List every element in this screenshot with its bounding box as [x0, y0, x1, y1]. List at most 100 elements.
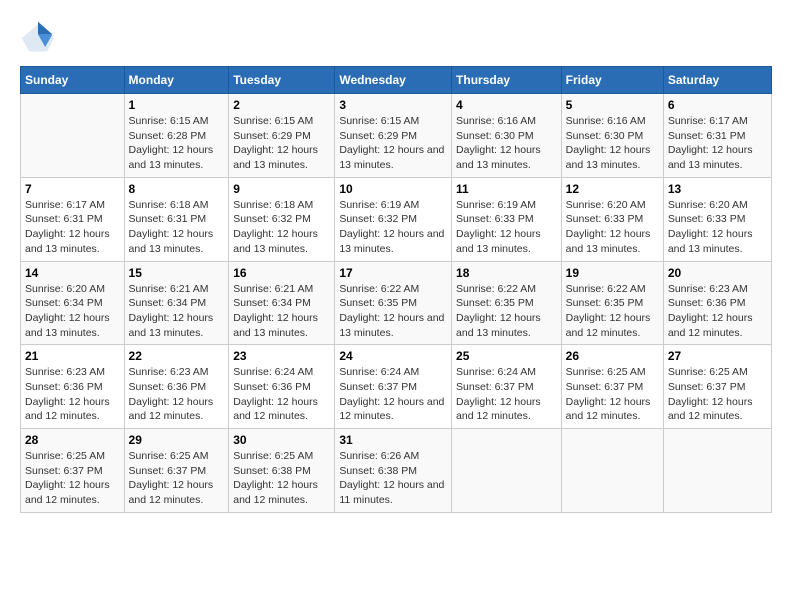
day-info: Sunrise: 6:22 AMSunset: 6:35 PMDaylight:…	[339, 282, 447, 341]
calendar-day-cell: 25Sunrise: 6:24 AMSunset: 6:37 PMDayligh…	[452, 345, 562, 429]
weekday-header: Wednesday	[335, 67, 452, 94]
day-info: Sunrise: 6:20 AMSunset: 6:33 PMDaylight:…	[566, 198, 659, 257]
day-number: 6	[668, 98, 767, 112]
day-number: 22	[129, 349, 225, 363]
calendar-table: SundayMondayTuesdayWednesdayThursdayFrid…	[20, 66, 772, 513]
weekday-header: Monday	[124, 67, 229, 94]
calendar-day-cell: 11 Sunrise: 6:19 AMSunset: 6:33 PMDayligh…	[452, 177, 562, 261]
day-info: Sunrise: 6:16 AMSunset: 6:30 PMDaylight:…	[456, 114, 557, 173]
calendar-day-cell: 24Sunrise: 6:24 AMSunset: 6:37 PMDayligh…	[335, 345, 452, 429]
day-number: 4	[456, 98, 557, 112]
day-number: 21	[25, 349, 120, 363]
calendar-day-cell: 19 Sunrise: 6:22 AMSunset: 6:35 PMDayligh…	[561, 261, 663, 345]
day-info: Sunrise: 6:25 AMSunset: 6:38 PMDaylight:…	[233, 449, 330, 508]
calendar-day-cell: 15 Sunrise: 6:21 AMSunset: 6:34 PMDayligh…	[124, 261, 229, 345]
calendar-day-cell	[663, 429, 771, 513]
calendar-day-cell	[452, 429, 562, 513]
calendar-day-cell: 14Sunrise: 6:20 AMSunset: 6:34 PMDayligh…	[21, 261, 125, 345]
day-info: Sunrise: 6:23 AMSunset: 6:36 PMDaylight:…	[25, 365, 120, 424]
calendar-day-cell: 6 Sunrise: 6:17 AMSunset: 6:31 PMDaylight…	[663, 94, 771, 178]
day-number: 17	[339, 266, 447, 280]
day-number: 11	[456, 182, 557, 196]
calendar-day-cell: 22 Sunrise: 6:23 AMSunset: 6:36 PMDayligh…	[124, 345, 229, 429]
calendar-day-cell: 12 Sunrise: 6:20 AMSunset: 6:33 PMDayligh…	[561, 177, 663, 261]
weekday-header-row: SundayMondayTuesdayWednesdayThursdayFrid…	[21, 67, 772, 94]
day-info: Sunrise: 6:25 AMSunset: 6:37 PMDaylight:…	[668, 365, 767, 424]
day-info: Sunrise: 6:25 AMSunset: 6:37 PMDaylight:…	[566, 365, 659, 424]
day-info: Sunrise: 6:19 AMSunset: 6:33 PMDaylight:…	[456, 198, 557, 257]
calendar-day-cell: 1 Sunrise: 6:15 AMSunset: 6:28 PMDaylight…	[124, 94, 229, 178]
day-number: 1	[129, 98, 225, 112]
day-number: 10	[339, 182, 447, 196]
day-info: Sunrise: 6:22 AMSunset: 6:35 PMDaylight:…	[566, 282, 659, 341]
weekday-header: Saturday	[663, 67, 771, 94]
day-info: Sunrise: 6:22 AMSunset: 6:35 PMDaylight:…	[456, 282, 557, 341]
calendar-day-cell: 3 Sunrise: 6:15 AMSunset: 6:29 PMDaylight…	[335, 94, 452, 178]
calendar-day-cell: 28 Sunrise: 6:25 AMSunset: 6:37 PMDayligh…	[21, 429, 125, 513]
day-number: 31	[339, 433, 447, 447]
calendar-day-cell: 2 Sunrise: 6:15 AMSunset: 6:29 PMDaylight…	[229, 94, 335, 178]
calendar-day-cell: 16Sunrise: 6:21 AMSunset: 6:34 PMDayligh…	[229, 261, 335, 345]
day-number: 12	[566, 182, 659, 196]
calendar-day-cell: 5 Sunrise: 6:16 AMSunset: 6:30 PMDaylight…	[561, 94, 663, 178]
day-info: Sunrise: 6:23 AMSunset: 6:36 PMDaylight:…	[129, 365, 225, 424]
calendar-day-cell: 13 Sunrise: 6:20 AMSunset: 6:33 PMDayligh…	[663, 177, 771, 261]
day-number: 30	[233, 433, 330, 447]
day-number: 19	[566, 266, 659, 280]
calendar-week-row: 21 Sunrise: 6:23 AMSunset: 6:36 PMDayligh…	[21, 345, 772, 429]
weekday-header: Friday	[561, 67, 663, 94]
day-info: Sunrise: 6:18 AMSunset: 6:31 PMDaylight:…	[129, 198, 225, 257]
day-info: Sunrise: 6:24 AMSunset: 6:37 PMDaylight:…	[456, 365, 557, 424]
day-number: 2	[233, 98, 330, 112]
day-number: 9	[233, 182, 330, 196]
day-info: Sunrise: 6:23 AMSunset: 6:36 PMDaylight:…	[668, 282, 767, 341]
calendar-day-cell	[21, 94, 125, 178]
day-info: Sunrise: 6:20 AMSunset: 6:34 PMDaylight:…	[25, 282, 120, 341]
day-info: Sunrise: 6:19 AMSunset: 6:32 PMDaylight:…	[339, 198, 447, 257]
day-number: 24	[339, 349, 447, 363]
day-number: 5	[566, 98, 659, 112]
weekday-header: Tuesday	[229, 67, 335, 94]
logo-icon	[20, 20, 56, 56]
day-info: Sunrise: 6:18 AMSunset: 6:32 PMDaylight:…	[233, 198, 330, 257]
day-info: Sunrise: 6:15 AMSunset: 6:29 PMDaylight:…	[339, 114, 447, 173]
day-number: 15	[129, 266, 225, 280]
day-number: 27	[668, 349, 767, 363]
calendar-day-cell: 10 Sunrise: 6:19 AMSunset: 6:32 PMDayligh…	[335, 177, 452, 261]
day-info: Sunrise: 6:26 AMSunset: 6:38 PMDaylight:…	[339, 449, 447, 508]
day-info: Sunrise: 6:24 AMSunset: 6:36 PMDaylight:…	[233, 365, 330, 424]
calendar-day-cell: 4 Sunrise: 6:16 AMSunset: 6:30 PMDaylight…	[452, 94, 562, 178]
page-header	[20, 20, 772, 56]
weekday-header: Thursday	[452, 67, 562, 94]
calendar-day-cell: 23 Sunrise: 6:24 AMSunset: 6:36 PMDayligh…	[229, 345, 335, 429]
day-number: 28	[25, 433, 120, 447]
calendar-day-cell: 7Sunrise: 6:17 AMSunset: 6:31 PMDaylight…	[21, 177, 125, 261]
day-info: Sunrise: 6:20 AMSunset: 6:33 PMDaylight:…	[668, 198, 767, 257]
day-info: Sunrise: 6:25 AMSunset: 6:37 PMDaylight:…	[25, 449, 120, 508]
calendar-week-row: 7Sunrise: 6:17 AMSunset: 6:31 PMDaylight…	[21, 177, 772, 261]
day-number: 20	[668, 266, 767, 280]
calendar-day-cell: 27 Sunrise: 6:25 AMSunset: 6:37 PMDayligh…	[663, 345, 771, 429]
logo	[20, 20, 62, 56]
day-number: 13	[668, 182, 767, 196]
calendar-day-cell: 18Sunrise: 6:22 AMSunset: 6:35 PMDayligh…	[452, 261, 562, 345]
day-number: 23	[233, 349, 330, 363]
day-info: Sunrise: 6:15 AMSunset: 6:29 PMDaylight:…	[233, 114, 330, 173]
day-info: Sunrise: 6:16 AMSunset: 6:30 PMDaylight:…	[566, 114, 659, 173]
weekday-header: Sunday	[21, 67, 125, 94]
day-info: Sunrise: 6:17 AMSunset: 6:31 PMDaylight:…	[668, 114, 767, 173]
day-number: 8	[129, 182, 225, 196]
day-number: 7	[25, 182, 120, 196]
calendar-week-row: 28 Sunrise: 6:25 AMSunset: 6:37 PMDayligh…	[21, 429, 772, 513]
day-number: 26	[566, 349, 659, 363]
day-info: Sunrise: 6:21 AMSunset: 6:34 PMDaylight:…	[129, 282, 225, 341]
calendar-day-cell: 26 Sunrise: 6:25 AMSunset: 6:37 PMDayligh…	[561, 345, 663, 429]
day-info: Sunrise: 6:15 AMSunset: 6:28 PMDaylight:…	[129, 114, 225, 173]
day-info: Sunrise: 6:25 AMSunset: 6:37 PMDaylight:…	[129, 449, 225, 508]
day-number: 3	[339, 98, 447, 112]
calendar-day-cell: 29Sunrise: 6:25 AMSunset: 6:37 PMDayligh…	[124, 429, 229, 513]
calendar-week-row: 14Sunrise: 6:20 AMSunset: 6:34 PMDayligh…	[21, 261, 772, 345]
calendar-day-cell: 17 Sunrise: 6:22 AMSunset: 6:35 PMDayligh…	[335, 261, 452, 345]
calendar-day-cell: 21 Sunrise: 6:23 AMSunset: 6:36 PMDayligh…	[21, 345, 125, 429]
calendar-week-row: 1 Sunrise: 6:15 AMSunset: 6:28 PMDaylight…	[21, 94, 772, 178]
